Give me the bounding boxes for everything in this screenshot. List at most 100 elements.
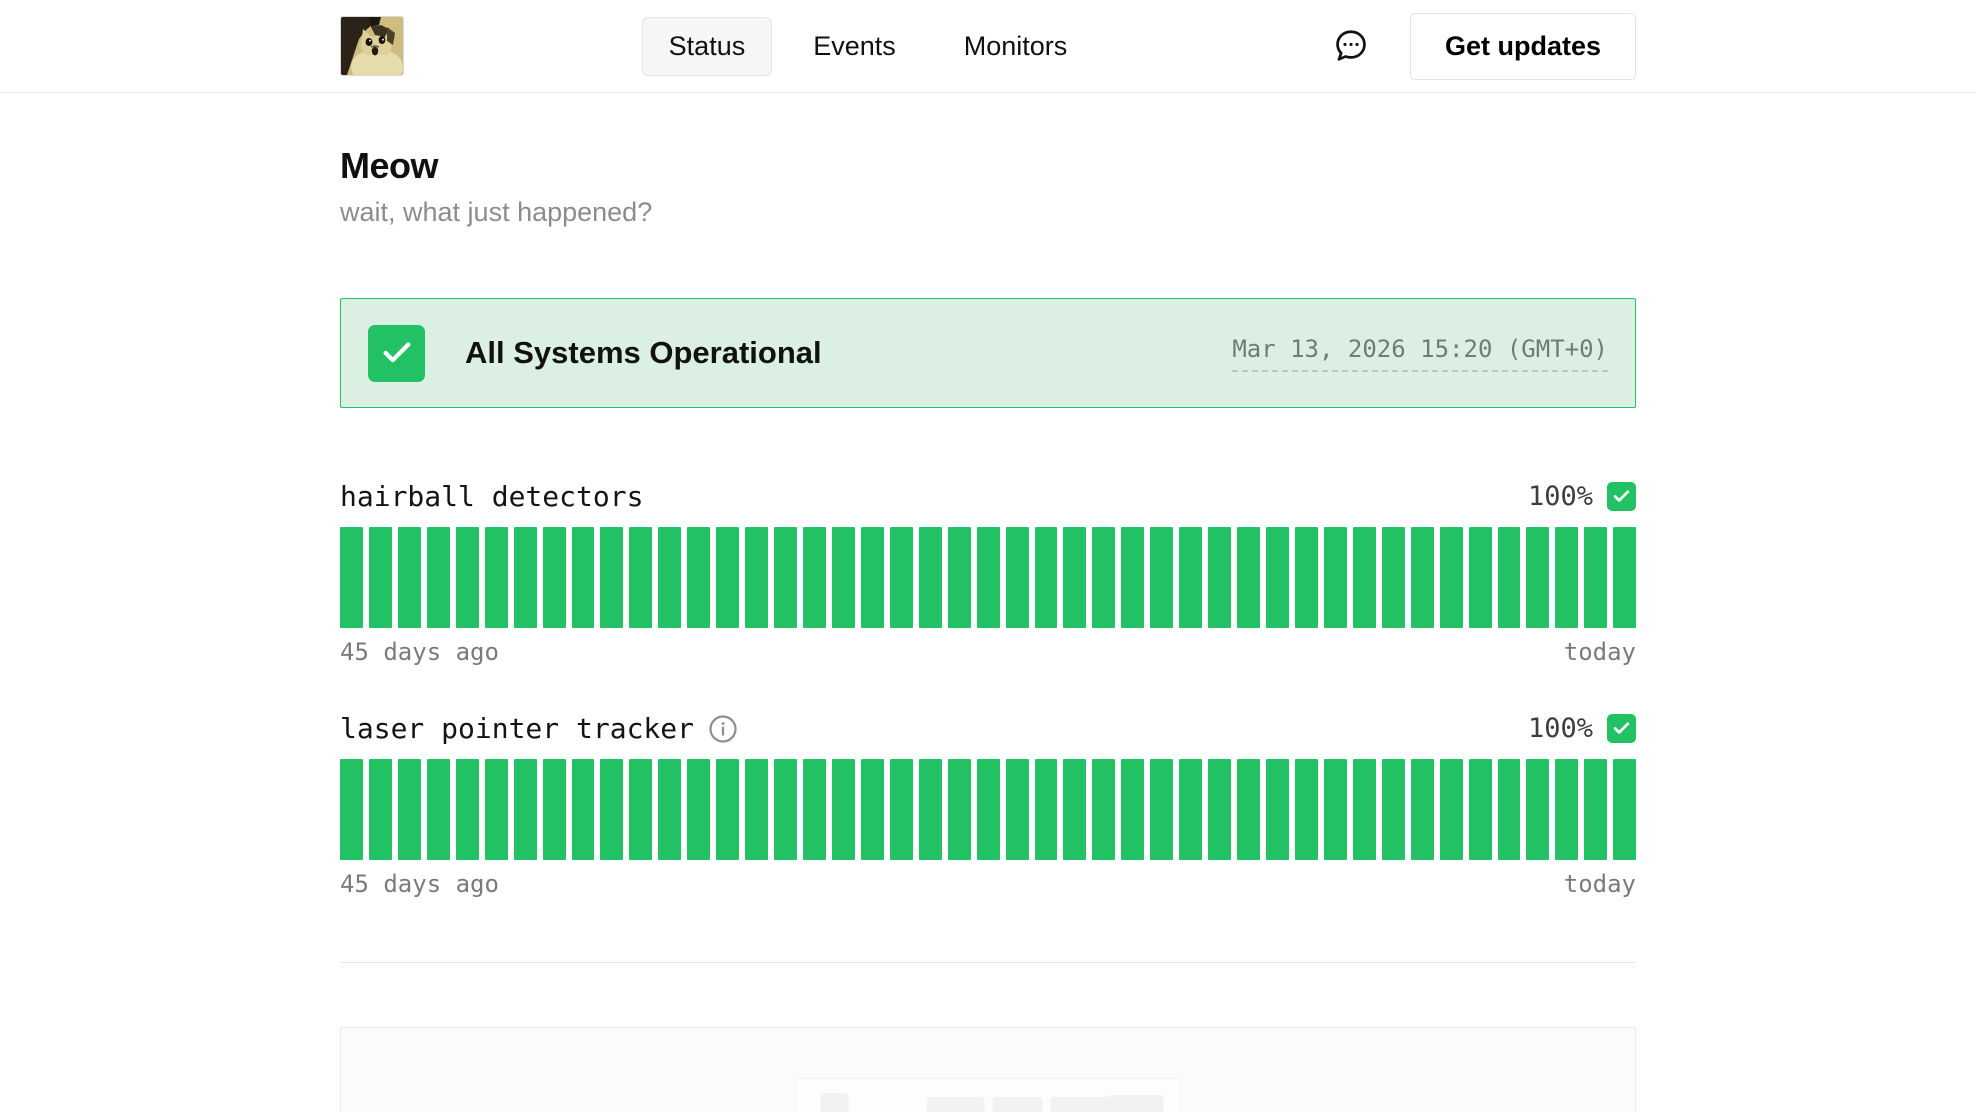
uptime-bar[interactable]	[1006, 527, 1029, 628]
top-header: Status Events Monitors Get updates	[0, 0, 1976, 93]
uptime-bar[interactable]	[427, 527, 450, 628]
uptime-bar[interactable]	[485, 759, 508, 860]
uptime-bar[interactable]	[572, 527, 595, 628]
uptime-bar[interactable]	[485, 527, 508, 628]
uptime-bar[interactable]	[745, 527, 768, 628]
uptime-bar[interactable]	[890, 527, 913, 628]
uptime-bar[interactable]	[716, 759, 739, 860]
uptime-bar[interactable]	[398, 527, 421, 628]
uptime-bar[interactable]	[1035, 527, 1058, 628]
status-timestamp[interactable]: Mar 13, 2026 15:20 (GMT+0)	[1232, 335, 1608, 372]
uptime-bar[interactable]	[1382, 527, 1405, 628]
tab-events[interactable]: Events	[786, 17, 923, 76]
uptime-bar[interactable]	[1411, 759, 1434, 860]
cat-meme-logo[interactable]	[340, 16, 404, 76]
uptime-bar[interactable]	[629, 527, 652, 628]
uptime-bar[interactable]	[658, 527, 681, 628]
uptime-bar[interactable]	[745, 759, 768, 860]
uptime-bar[interactable]	[803, 527, 826, 628]
uptime-bar[interactable]	[1006, 759, 1029, 860]
uptime-bar[interactable]	[832, 527, 855, 628]
tab-monitors[interactable]: Monitors	[937, 17, 1095, 76]
uptime-bar[interactable]	[1295, 759, 1318, 860]
get-updates-button[interactable]: Get updates	[1410, 13, 1636, 80]
tab-status[interactable]: Status	[642, 17, 773, 76]
uptime-bar[interactable]	[1353, 759, 1376, 860]
uptime-bar[interactable]	[1150, 527, 1173, 628]
uptime-bar[interactable]	[1613, 759, 1636, 860]
uptime-bar[interactable]	[948, 527, 971, 628]
uptime-bar[interactable]	[861, 759, 884, 860]
uptime-bar[interactable]	[456, 527, 479, 628]
uptime-bar[interactable]	[456, 759, 479, 860]
uptime-bar[interactable]	[861, 527, 884, 628]
uptime-bar[interactable]	[919, 759, 942, 860]
skeleton-logo	[821, 1093, 849, 1112]
uptime-bar[interactable]	[1295, 527, 1318, 628]
uptime-bar[interactable]	[716, 527, 739, 628]
uptime-bar[interactable]	[774, 527, 797, 628]
uptime-bar[interactable]	[1179, 527, 1202, 628]
uptime-bar[interactable]	[1266, 759, 1289, 860]
uptime-bar[interactable]	[600, 759, 623, 860]
uptime-bar[interactable]	[774, 759, 797, 860]
uptime-bar[interactable]	[427, 759, 450, 860]
uptime-bar[interactable]	[1526, 759, 1549, 860]
uptime-bar[interactable]	[1063, 759, 1086, 860]
uptime-bar[interactable]	[1063, 527, 1086, 628]
uptime-bar[interactable]	[1092, 527, 1115, 628]
uptime-bar[interactable]	[1411, 527, 1434, 628]
info-icon[interactable]	[708, 714, 738, 744]
uptime-bar[interactable]	[1353, 527, 1376, 628]
uptime-bar[interactable]	[1035, 759, 1058, 860]
uptime-bar[interactable]	[977, 759, 1000, 860]
uptime-bar[interactable]	[1324, 527, 1347, 628]
uptime-bar[interactable]	[832, 759, 855, 860]
uptime-bar[interactable]	[1121, 759, 1144, 860]
uptime-bar[interactable]	[1208, 759, 1231, 860]
uptime-bar[interactable]	[340, 759, 363, 860]
uptime-bar[interactable]	[1469, 759, 1492, 860]
uptime-bar[interactable]	[398, 759, 421, 860]
uptime-bar[interactable]	[1584, 759, 1607, 860]
uptime-bar[interactable]	[687, 527, 710, 628]
uptime-bar[interactable]	[1150, 759, 1173, 860]
uptime-bar[interactable]	[1498, 759, 1521, 860]
feedback-chat-button[interactable]	[1332, 27, 1370, 65]
uptime-bar[interactable]	[369, 759, 392, 860]
uptime-bar[interactable]	[1613, 527, 1636, 628]
uptime-bar[interactable]	[1382, 759, 1405, 860]
uptime-bar[interactable]	[948, 759, 971, 860]
uptime-bar[interactable]	[1121, 527, 1144, 628]
uptime-bar[interactable]	[1237, 527, 1260, 628]
uptime-bar[interactable]	[919, 527, 942, 628]
uptime-bar[interactable]	[803, 759, 826, 860]
uptime-bar[interactable]	[543, 527, 566, 628]
uptime-bar[interactable]	[977, 527, 1000, 628]
uptime-bar[interactable]	[514, 759, 537, 860]
uptime-bar[interactable]	[1266, 527, 1289, 628]
uptime-bar[interactable]	[1179, 759, 1202, 860]
uptime-bar[interactable]	[1440, 759, 1463, 860]
uptime-bar[interactable]	[369, 527, 392, 628]
uptime-bar[interactable]	[1324, 759, 1347, 860]
uptime-bar[interactable]	[340, 527, 363, 628]
uptime-bar[interactable]	[543, 759, 566, 860]
uptime-bar[interactable]	[1237, 759, 1260, 860]
uptime-bar[interactable]	[1440, 527, 1463, 628]
uptime-bar[interactable]	[687, 759, 710, 860]
uptime-bar[interactable]	[572, 759, 595, 860]
uptime-bar[interactable]	[1584, 527, 1607, 628]
uptime-bar[interactable]	[658, 759, 681, 860]
uptime-bar[interactable]	[890, 759, 913, 860]
uptime-bar[interactable]	[1555, 759, 1578, 860]
uptime-bar[interactable]	[600, 527, 623, 628]
uptime-bar[interactable]	[1555, 527, 1578, 628]
uptime-bar[interactable]	[514, 527, 537, 628]
uptime-bar[interactable]	[1498, 527, 1521, 628]
uptime-bar[interactable]	[629, 759, 652, 860]
uptime-bar[interactable]	[1092, 759, 1115, 860]
uptime-bar[interactable]	[1469, 527, 1492, 628]
uptime-bar[interactable]	[1208, 527, 1231, 628]
uptime-bar[interactable]	[1526, 527, 1549, 628]
